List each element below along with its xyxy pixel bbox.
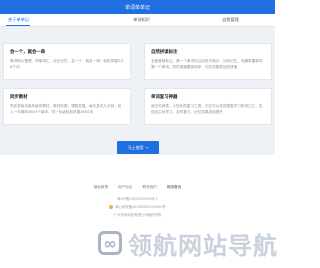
footer-links: 隐私政策 用户协议 联系我们 网页首页 bbox=[0, 185, 275, 190]
tab-word-knowledge[interactable]: 单词知识 bbox=[97, 14, 186, 26]
feature-title: 同步教材 bbox=[10, 95, 28, 100]
tab-bar: 关于单单记 单词知识 自我管理 bbox=[0, 14, 275, 27]
footer-link-home[interactable]: 网页首页 bbox=[167, 185, 181, 190]
app-title: 单词单单记 bbox=[124, 4, 150, 11]
footer-link-privacy[interactable]: 隐私政策 bbox=[94, 185, 108, 190]
feature-card: 自然拼读标注 全面音频标注，第一个单词标注自然不能分，分析记忆，流通掌握单词第一… bbox=[144, 43, 272, 80]
icp-record[interactable]: 粤ICP备2021000000号-1 bbox=[0, 196, 275, 201]
link-logo-icon: ∞ bbox=[98, 231, 122, 255]
feature-title: 会一个，就会一串 bbox=[10, 50, 46, 55]
feature-card: 会一个，就会一串 单词碎片管理，同单词汇，对比记忆，会一个，就会一串！轻松掌握3… bbox=[3, 43, 131, 80]
feature-title: 自然拼读标注 bbox=[151, 50, 178, 55]
tab-self-management[interactable]: 自我管理 bbox=[186, 14, 275, 26]
use-now-button[interactable]: 马上使用 → bbox=[117, 141, 159, 154]
feature-text: 全面音频标注，第一个单词标注自然不能分，分析记忆，流通掌握单词第一个单词，同时调… bbox=[151, 59, 263, 69]
feature-text: 同步各版本各年级的教材，教材依据，课程发展，每天多花几分钟，加入一年期到3600… bbox=[10, 104, 122, 114]
feature-card: 单词复习神器 遗忘时间表，人性化的复习工具，记忆可以变成更高学习的词汇汇，实现自… bbox=[144, 88, 272, 125]
feature-card: 同步教材 同步各版本各年级的教材，教材依据，课程发展，每天多花几分钟，加入一年期… bbox=[3, 88, 131, 125]
footer-link-terms[interactable]: 用户协议 bbox=[118, 185, 132, 190]
police-badge-icon bbox=[109, 205, 114, 209]
copyright: 广州市某科技有限公司版权所有 bbox=[113, 213, 162, 217]
tab-about[interactable]: 关于单单记 bbox=[0, 14, 97, 26]
app-header: 单词单单记 bbox=[0, 0, 275, 14]
police-record-text[interactable]: 粤公网安备44030502000000号 bbox=[115, 205, 166, 209]
feature-text: 单词碎片管理，同单词汇，对比记忆，会一个，就会一串！轻松掌握3万8千词 bbox=[10, 59, 124, 69]
footer-link-contact[interactable]: 联系我们 bbox=[143, 185, 157, 190]
feature-title: 单词复习神器 bbox=[151, 95, 178, 100]
watermark-text: 领航网站导航 bbox=[128, 231, 278, 260]
feature-text: 遗忘时间表，人性化的复习工具，记忆可以变成更高学习的词汇汇，实现自主化学习，及时… bbox=[151, 104, 263, 114]
watermark: ∞ 领航网站导航 bbox=[98, 223, 278, 263]
police-record: 粤公网安备44030502000000号 bbox=[0, 204, 275, 209]
